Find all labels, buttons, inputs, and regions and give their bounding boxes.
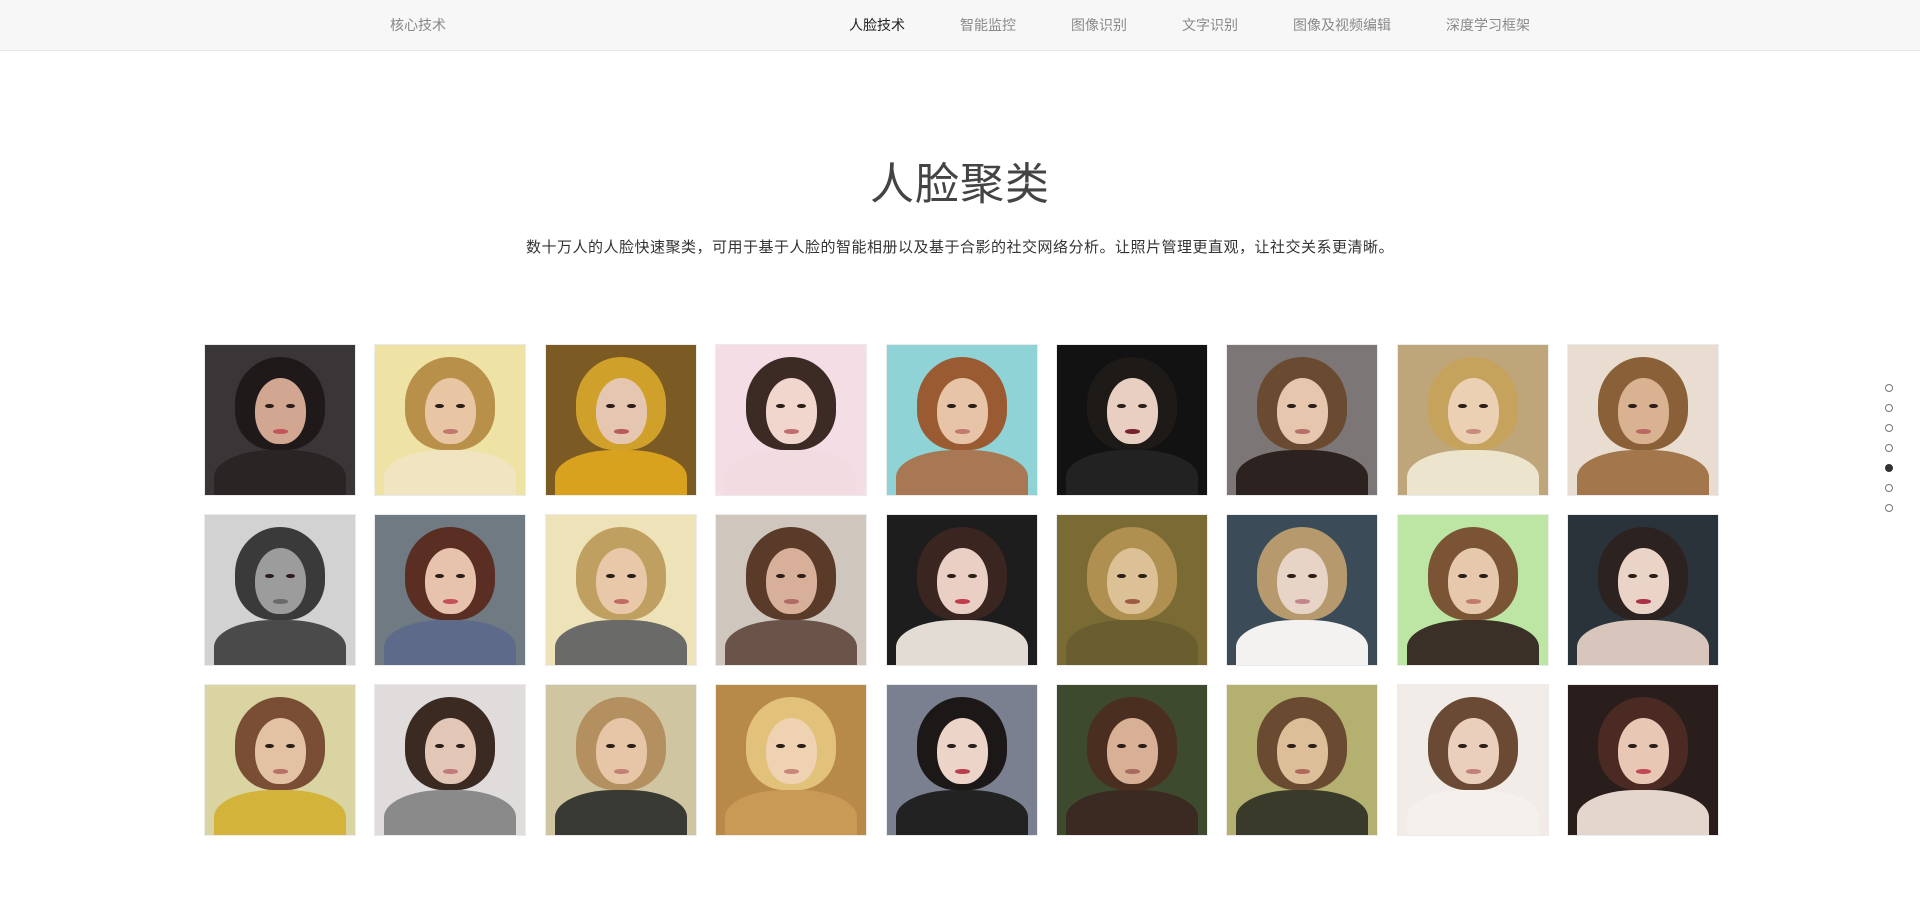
- face-photo: [716, 515, 866, 665]
- face-photo: [1227, 685, 1377, 835]
- nav-item-face-tech[interactable]: 人脸技术: [849, 15, 905, 35]
- section-dot[interactable]: [1885, 504, 1893, 512]
- brand-label[interactable]: 核心技术: [390, 15, 446, 35]
- face-photo: [887, 685, 1037, 835]
- face-photo: [1568, 515, 1718, 665]
- section-dot[interactable]: [1885, 484, 1893, 492]
- face-photo: [205, 345, 355, 495]
- top-navigation-bar: 核心技术 人脸技术 智能监控 图像识别 文字识别 图像及视频编辑 深度学习框架: [0, 0, 1920, 51]
- face-photo: [546, 515, 696, 665]
- face-photo: [1227, 515, 1377, 665]
- face-photo: [375, 515, 525, 665]
- face-photo: [205, 515, 355, 665]
- face-photo: [375, 685, 525, 835]
- nav-item-image-video-editing[interactable]: 图像及视频编辑: [1293, 15, 1391, 35]
- section-dot[interactable]: [1885, 444, 1893, 452]
- face-photo: [1568, 685, 1718, 835]
- nav-item-deep-learning-framework[interactable]: 深度学习框架: [1446, 15, 1530, 35]
- face-photo: [1568, 345, 1718, 495]
- face-photo: [375, 345, 525, 495]
- main-nav: 人脸技术 智能监控 图像识别 文字识别 图像及视频编辑 深度学习框架: [849, 15, 1585, 35]
- face-photo: [546, 345, 696, 495]
- nav-item-text-recognition[interactable]: 文字识别: [1182, 15, 1238, 35]
- nav-item-smart-monitoring[interactable]: 智能监控: [960, 15, 1016, 35]
- face-photo: [716, 345, 866, 495]
- section-dot[interactable]: [1885, 424, 1893, 432]
- face-photo: [1057, 685, 1207, 835]
- face-photo: [1057, 345, 1207, 495]
- nav-item-image-recognition[interactable]: 图像识别: [1071, 15, 1127, 35]
- section-dot[interactable]: [1885, 404, 1893, 412]
- section-dot[interactable]: [1885, 384, 1893, 392]
- face-photo: [205, 685, 355, 835]
- face-photo: [887, 515, 1037, 665]
- face-photo: [1227, 345, 1377, 495]
- face-photo: [887, 345, 1037, 495]
- section-description: 数十万人的人脸快速聚类，可用于基于人脸的智能相册以及基于合影的社交网络分析。让照…: [525, 238, 1394, 256]
- face-photo: [546, 685, 696, 835]
- face-photo: [1398, 515, 1548, 665]
- section-dot[interactable]: [1885, 464, 1893, 472]
- face-cluster-gallery: [205, 345, 1718, 837]
- face-photo: [1398, 345, 1548, 495]
- face-photo: [716, 685, 866, 835]
- face-photo: [1057, 515, 1207, 665]
- page-section-indicator: [1885, 384, 1893, 524]
- face-photo: [1398, 685, 1548, 835]
- section-title: 人脸聚类: [870, 159, 1050, 210]
